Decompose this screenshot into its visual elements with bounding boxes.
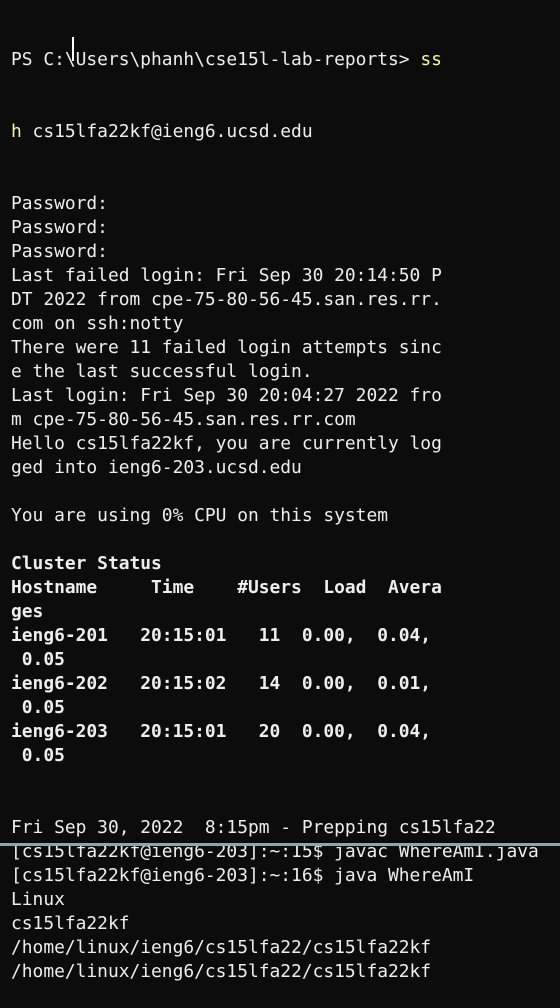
terminal-line: There were 11 failed login attempts sinc — [11, 337, 442, 358]
command-argument: cs15lfa22kf@ieng6.ucsd.edu — [21, 121, 313, 142]
terminal-line: DT 2022 from cpe-75-80-56-45.san.res.rr. — [11, 289, 442, 310]
terminal-line: com on ssh:notty — [11, 313, 184, 334]
terminal-line: ieng6-201 20:15:01 11 0.00, 0.04, — [11, 625, 432, 646]
command-line: h cs15lfa22kf@ieng6.ucsd.edu — [11, 120, 539, 144]
terminal-line: Last failed login: Fri Sep 30 20:14:50 P — [11, 265, 442, 286]
terminal-line: Linux — [11, 889, 65, 910]
terminal-line: /home/linux/ieng6/cs15lfa22/cs15lfa22kf — [11, 961, 432, 982]
terminal-line: Password: — [11, 241, 108, 262]
command-text: ss — [420, 49, 442, 70]
terminal-line: Cluster Status — [11, 553, 162, 574]
terminal-line: m cpe-75-80-56-45.san.res.rr.com — [11, 409, 356, 430]
terminal-line: 0.05 — [11, 649, 65, 670]
terminal-line: cs15lfa22kf — [11, 913, 130, 934]
text-cursor-icon — [72, 37, 74, 61]
terminal-line: ieng6-202 20:15:02 14 0.00, 0.01, — [11, 673, 432, 694]
terminal-line: 0.05 — [11, 697, 65, 718]
terminal-line: ged into ieng6-203.ucsd.edu — [11, 457, 302, 478]
terminal-line: Last login: Fri Sep 30 20:04:27 2022 fro — [11, 385, 442, 406]
terminal-line: Fri Sep 30, 2022 8:15pm - Prepping cs15l… — [11, 817, 496, 838]
terminal-line: Hello cs15lfa22kf, you are currently log — [11, 433, 442, 454]
terminal-line: Password: — [11, 217, 108, 238]
terminal-line: /home/linux/ieng6/cs15lfa22/cs15lfa22kf — [11, 937, 432, 958]
command-text: h — [11, 121, 22, 142]
terminal-line: Hostname Time #Users Load Avera — [11, 577, 442, 598]
prompt-line: PS C:\Users\phanh\cse15l-lab-reports> ss — [11, 48, 539, 72]
terminal-line: e the last successful login. — [11, 361, 313, 382]
terminal-line: [cs15lfa22kf@ieng6-203]:~:16$ java Where… — [11, 865, 475, 886]
terminal-line: ieng6-203 20:15:01 20 0.00, 0.04, — [11, 721, 432, 742]
terminal-line: 0.05 — [11, 745, 65, 766]
terminal-output[interactable]: PS C:\Users\phanh\cse15l-lab-reports> ss… — [11, 0, 539, 1008]
terminal-line: Password: — [11, 193, 108, 214]
terminal-line: ges — [11, 601, 44, 622]
terminal-line: You are using 0% CPU on this system — [11, 505, 388, 526]
